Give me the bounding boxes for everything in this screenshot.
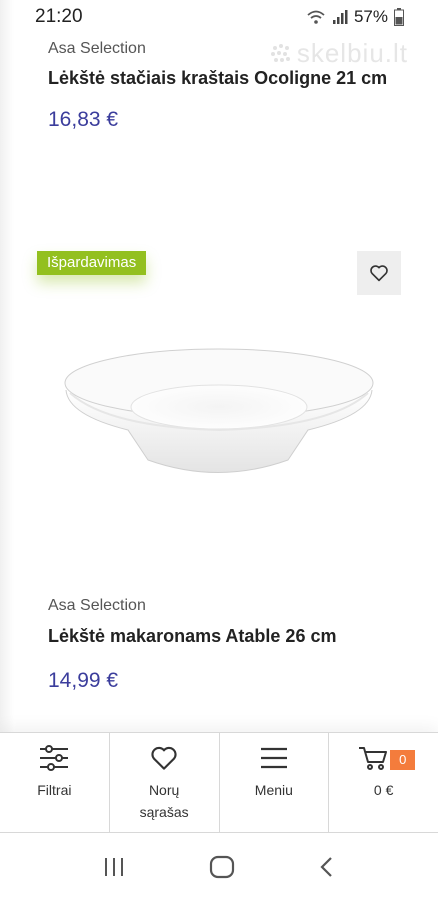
sale-badge: Išpardavimas (37, 251, 147, 275)
add-to-wishlist-button[interactable] (357, 251, 401, 295)
wishlist-label: Norų sąrašas (139, 782, 189, 820)
back-icon[interactable] (318, 855, 336, 879)
product-brand: Asa Selection (48, 597, 146, 614)
product-card[interactable]: Asa Selection Lėkštė makaronams Atable 2… (48, 597, 408, 693)
status-time: 21:20 (35, 6, 83, 27)
heart-icon (370, 265, 388, 282)
filters-label: Filtrai (37, 782, 72, 798)
product-price: 14,99 € (48, 669, 119, 692)
status-icons: 57% (306, 7, 404, 27)
status-bar: 21:20 57% (0, 0, 438, 36)
page-edge-shadow (0, 0, 14, 830)
cart-total: 0 € (373, 782, 394, 798)
sliders-icon (40, 745, 69, 771)
product-price: 16,83 € (48, 108, 119, 131)
home-icon[interactable] (209, 855, 235, 879)
recent-apps-icon[interactable] (102, 856, 126, 878)
heart-icon (151, 746, 177, 770)
product-brand: Asa Selection (48, 40, 146, 57)
product-title[interactable]: Lėkštė makaronams Atable 26 cm (48, 623, 408, 649)
product-image[interactable] (58, 335, 378, 485)
system-nav-bar (0, 833, 438, 900)
product-card[interactable]: Asa Selection Lėkštė stačiais kraštais O… (48, 40, 408, 132)
battery-icon (394, 8, 404, 26)
hamburger-icon (260, 747, 287, 769)
battery-percent: 57% (353, 7, 388, 26)
wifi-icon (307, 10, 325, 24)
cart-icon (358, 747, 387, 770)
cart-button[interactable]: 0 0 € (329, 733, 438, 832)
filters-button[interactable]: Filtrai (0, 733, 110, 832)
wishlist-button[interactable]: Norų sąrašas (110, 733, 220, 832)
signal-icon (332, 10, 348, 24)
menu-button[interactable]: Meniu (220, 733, 330, 832)
product-title[interactable]: Lėkštė stačiais kraštais Ocoligne 21 cm (48, 65, 408, 91)
bottom-nav: Filtrai Norų sąrašas Meniu 0 0 € (0, 732, 438, 833)
menu-label: Meniu (254, 782, 293, 798)
cart-count-badge: 0 (390, 750, 416, 770)
